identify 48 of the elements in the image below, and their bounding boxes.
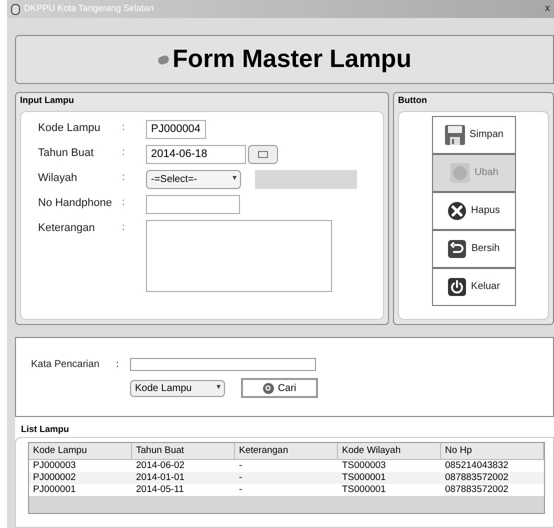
calendar-button[interactable] — [248, 144, 278, 164]
colon: : — [122, 146, 126, 160]
action-button[interactable]: Hapus — [432, 192, 516, 230]
search-field[interactable] — [130, 358, 316, 371]
power-icon — [447, 276, 468, 296]
colon: : — [122, 196, 126, 210]
colon: : — [116, 358, 120, 372]
field-label: Tahun Buat — [38, 146, 95, 160]
colon: : — [122, 220, 126, 234]
close-button[interactable]: x — [545, 4, 550, 14]
table-cell-text: PJ000001 — [32, 484, 77, 496]
table-cell-text: 2014-05-11 — [135, 484, 185, 496]
search-button[interactable]: Cari — [241, 378, 318, 398]
action-button[interactable]: Bersih — [432, 230, 516, 268]
table-cell-text: 087883572002 — [444, 472, 510, 484]
search-label: Kata Pencarian — [31, 358, 100, 372]
table-cell-text: - — [238, 460, 244, 472]
field-label: Keterangan — [38, 220, 96, 236]
text-field[interactable] — [146, 194, 240, 214]
colon: : — [122, 120, 126, 134]
text-area[interactable] — [146, 220, 332, 292]
table-cell-text: TS000003 — [341, 460, 387, 472]
list-title: List Lampu — [20, 423, 70, 436]
field-label: Kode Lampu — [38, 120, 102, 136]
colon: : — [122, 170, 126, 184]
table-cell-text: TS000001 — [341, 484, 387, 496]
field-label: No Handphone — [38, 196, 114, 210]
x-circle-icon — [447, 200, 468, 220]
action-button[interactable]: Keluar — [432, 268, 516, 306]
table-cell-text: PJ000002 — [32, 472, 77, 484]
app-icon — [11, 4, 20, 14]
panel-title: Input Lampu — [20, 94, 75, 107]
date-field[interactable]: 2014-06-18 — [146, 144, 246, 164]
calendar-icon — [258, 150, 268, 158]
table-cell-text: 2014-01-01 — [135, 472, 186, 484]
table-cell-text: - — [238, 484, 244, 496]
table-cell-text: 085214043832 — [444, 460, 510, 472]
table-cell-text: - — [238, 472, 244, 484]
table-cell-text: PJ000003 — [32, 460, 77, 472]
action-button[interactable]: Simpan — [432, 116, 516, 154]
header-title: Form Master Lampu — [172, 44, 412, 75]
search-icon — [262, 382, 274, 394]
table-cell-text: 087883572002 — [444, 484, 510, 496]
text-field[interactable]: PJ000004 — [146, 120, 206, 138]
panel-title: Button — [398, 94, 428, 107]
table-cell-text: 2014-06-02 — [135, 460, 186, 472]
field-label: Wilayah — [38, 170, 78, 186]
table-cell-text: TS000001 — [341, 472, 387, 484]
